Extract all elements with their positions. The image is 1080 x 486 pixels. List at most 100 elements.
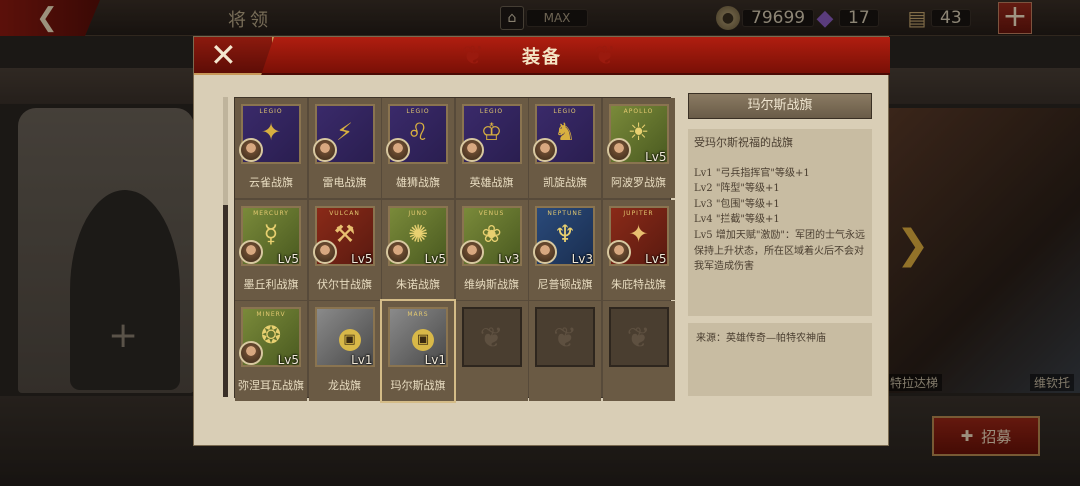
lock-icon: ▣ (412, 329, 434, 351)
banner-inscription: NEPTUNE (547, 209, 583, 217)
banner-name: 凯旋战旗 (543, 176, 587, 189)
banner-inscription: MARS (407, 311, 429, 318)
banner-emblem-icon: ⚡ (336, 118, 353, 146)
banner-item[interactable]: VULCAN ⚒ Lv5 伏尔甘战旗 (308, 199, 381, 300)
general-avatar (312, 138, 337, 162)
general-avatar (386, 138, 410, 162)
source-info: 来源：英雄传奇—帕特农神庙 (688, 323, 872, 396)
banner-level: Lv5 (277, 251, 299, 266)
scrollbar[interactable] (223, 97, 228, 397)
laurel-icon: ❦ (594, 41, 616, 71)
banner-name: 朱诺战旗 (396, 277, 440, 291)
banner-level: Lv5 (351, 251, 373, 266)
banner-emblem-icon: ☀ (627, 118, 650, 146)
modal-title: 装备 (522, 47, 562, 68)
banner-name: 云雀战旗 (249, 176, 293, 189)
banner-name: 龙战旗 (328, 379, 361, 392)
banner-name: 阿波罗战旗 (611, 176, 666, 189)
scrollbar-thumb[interactable] (223, 205, 228, 397)
general-avatar (386, 239, 410, 264)
banner-item[interactable]: MERCURY ☿ Lv5 墨丘利战旗 (235, 199, 307, 300)
banner-name: 尼普顿战旗 (537, 277, 593, 291)
modal-header: ✕ ❦ 装备 ❦ (194, 37, 890, 75)
banner-item[interactable]: MARS ▣ Lv1 玛尔斯战旗 (380, 299, 456, 403)
banner-name: 英雄战旗 (469, 176, 514, 189)
banner-name: 雷电战旗 (322, 176, 367, 189)
banner-inscription: VULCAN (329, 209, 360, 217)
banner-item[interactable]: VENUS ❀ Lv3 维纳斯战旗 (455, 199, 528, 300)
banner-emblem-icon: ✺ (407, 219, 429, 248)
banner-name: 雄狮战旗 (396, 176, 440, 189)
banner-inscription: MERCURY (253, 209, 289, 217)
banner-level: Lv3 (571, 251, 593, 266)
banner-inscription: MINERV (256, 311, 286, 318)
banner-level: Lv3 (498, 251, 520, 266)
banner-item[interactable]: ▣ Lv1 龙战旗 (308, 301, 381, 401)
general-avatar (239, 341, 263, 365)
empty-banner-slot[interactable]: ❦ (529, 301, 601, 401)
laurel-icon: ❦ (535, 307, 595, 367)
banner-item[interactable]: LEGIO ♞ 凯旋战旗 (529, 98, 601, 198)
banner-item[interactable]: APOLLO ☀ Lv5 阿波罗战旗 (602, 98, 675, 198)
banner-emblem-icon: ⚒ (333, 219, 356, 248)
banner-emblem-icon: ❂ (260, 321, 282, 349)
laurel-icon: ❦ (461, 307, 522, 367)
banner-name: 朱庇特战旗 (611, 277, 666, 291)
banner-inscription: JUPITER (623, 209, 654, 217)
level-bonus-line: Lv4 "拦截"等级+1 (694, 214, 780, 226)
banner-emblem-icon: ✦ (628, 219, 649, 248)
banner-name: 维纳斯战旗 (464, 277, 519, 291)
banner-description: 受玛尔斯祝福的战旗 (694, 136, 793, 149)
banner-level: Lv1 (351, 353, 373, 367)
banner-emblem-icon: ♞ (554, 118, 576, 146)
banner-level: Lv5 (277, 353, 299, 367)
general-avatar (312, 239, 337, 264)
banner-name: 玛尔斯战旗 (390, 379, 446, 392)
banner-item[interactable]: JUNO ✺ Lv5 朱诺战旗 (382, 199, 454, 300)
level-bonus-line: Lv3 "包围"等级+1 (694, 198, 780, 210)
banner-item[interactable]: LEGIO ♌ 雄狮战旗 (382, 98, 454, 198)
banner-emblem-icon: ✦ (260, 118, 282, 146)
banner-level: Lv5 (645, 251, 667, 266)
banner-inscription: LEGIO (553, 108, 577, 115)
general-avatar (459, 138, 484, 162)
empty-banner-slot[interactable]: ❦ (602, 301, 675, 401)
banner-level: Lv5 (645, 150, 667, 164)
banner-item[interactable]: NEPTUNE ♆ Lv3 尼普顿战旗 (529, 199, 601, 300)
banner-grid: LEGIO ✦ 云雀战旗 ⚡ 雷电战旗 LEGIO ♌ 雄狮战旗 LEGIO ♔ 英雄战旗 LEGIO… (234, 97, 675, 403)
banner-name: 墨丘利战旗 (243, 277, 299, 291)
banner-emblem-icon: ☿ (263, 219, 279, 248)
laurel-icon: ❦ (608, 307, 669, 367)
general-avatar (459, 239, 484, 264)
banner-level: Lv1 (424, 353, 446, 367)
banner-inscription: JUNO (408, 209, 428, 217)
banner-item[interactable]: LEGIO ♔ 英雄战旗 (455, 98, 528, 198)
banner-inscription: APOLLO (623, 108, 654, 115)
banner-level: Lv5 (424, 251, 446, 266)
banner-inscription: LEGIO (406, 108, 430, 115)
banner-name: 弥涅耳瓦战旗 (238, 379, 304, 392)
banner-emblem-icon: ♆ (554, 219, 576, 248)
general-avatar (606, 239, 631, 264)
banner-emblem-icon: ♌ (407, 118, 429, 146)
banner-emblem-icon: ❀ (481, 219, 502, 248)
general-avatar (239, 239, 263, 264)
detail-description: 受玛尔斯祝福的战旗 Lv1 "弓兵指挥官"等级+1 Lv2 "阵型"等级+1 Lv3… (688, 129, 872, 316)
level-bonus-line: Lv2 "阵型"等级+1 (694, 183, 780, 195)
banner-emblem-icon: ♔ (480, 118, 503, 146)
level-bonus-list: Lv1 "弓兵指挥官"等级+1 Lv2 "阵型"等级+1 Lv3 "包围"等级+1 L… (694, 166, 866, 275)
banner-item[interactable]: LEGIO ✦ 云雀战旗 (235, 98, 307, 198)
banner-inscription: LEGIO (479, 108, 504, 115)
level-bonus-line: Lv5 增加天赋"激励"：军团的士气永远保持上升状态，所在区域着火后不会对我军造… (694, 229, 866, 273)
banner-name: 伏尔甘战旗 (317, 277, 372, 291)
banner-item[interactable]: JUPITER ✦ Lv5 朱庇特战旗 (602, 199, 675, 300)
empty-banner-slot[interactable]: ❦ (455, 301, 528, 401)
banner-item[interactable]: MINERV ❂ Lv5 弥涅耳瓦战旗 (235, 301, 307, 401)
equipment-modal: ✕ ❦ 装备 ❦ LEGIO ✦ 云雀战旗 ⚡ 雷电战旗 LEGIO ♌ 雄狮战旗 LEGIO ♔… (193, 36, 890, 446)
banner-item[interactable]: ⚡ 雷电战旗 (308, 98, 381, 198)
general-avatar (533, 239, 557, 264)
banner-inscription: LEGIO (259, 108, 283, 115)
general-avatar (606, 138, 631, 162)
general-avatar (533, 138, 557, 162)
lock-icon: ▣ (338, 329, 361, 351)
